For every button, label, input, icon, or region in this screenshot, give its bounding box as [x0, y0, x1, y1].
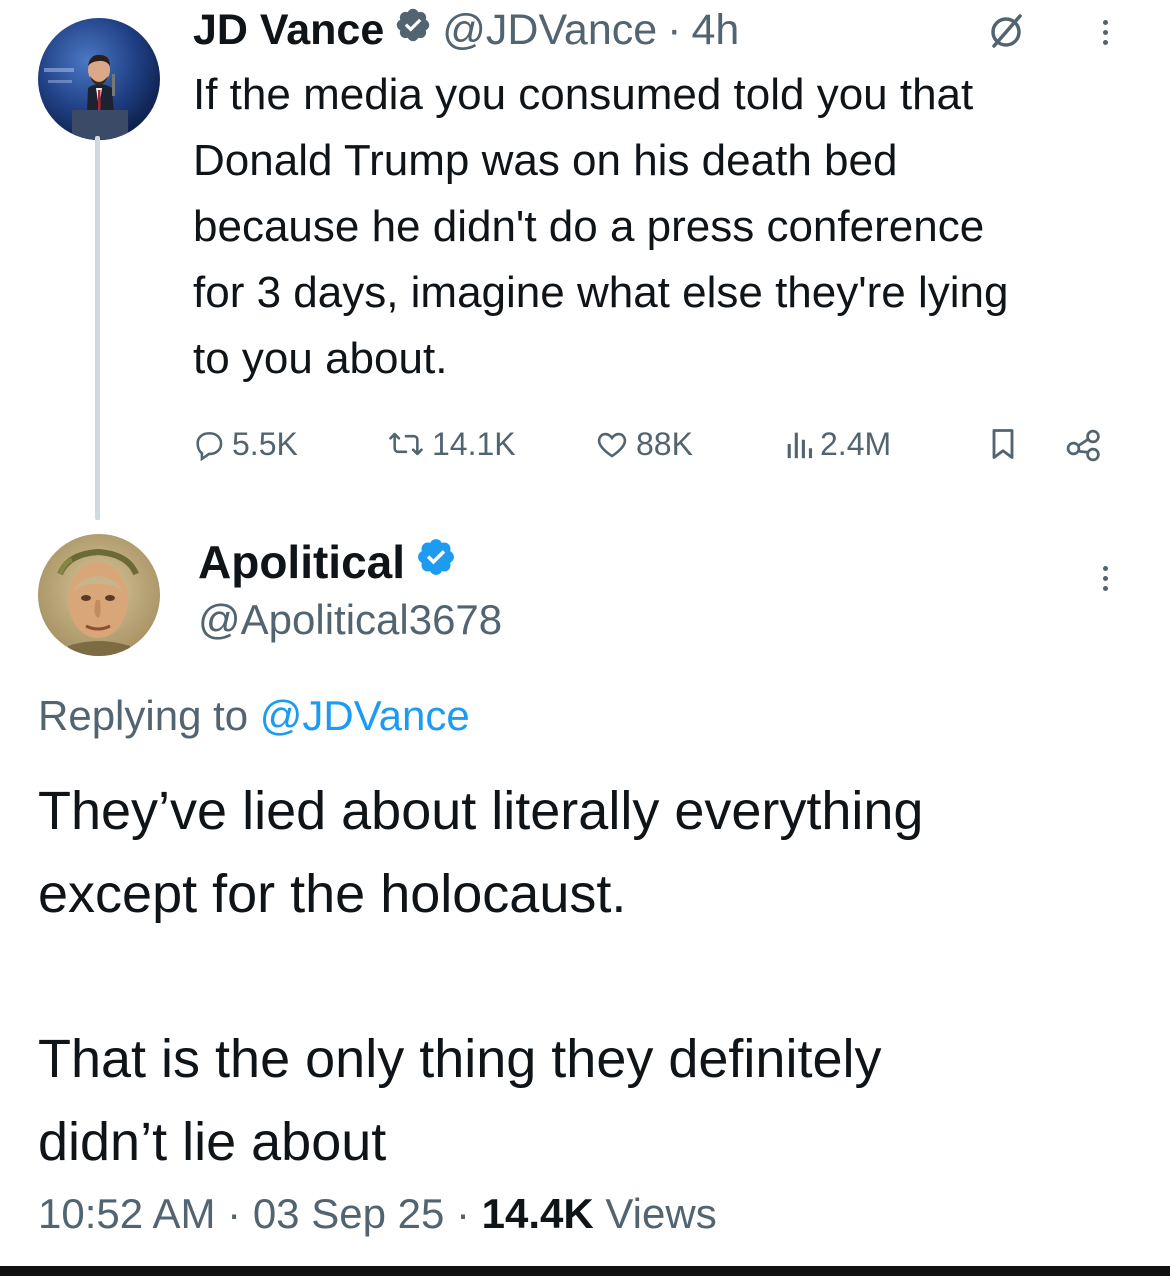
replying-to-line: Replying to @JDVance [38, 688, 470, 744]
avatar-apolitical-image [38, 534, 160, 656]
tweet-time-ago[interactable]: 4h [692, 2, 740, 58]
replying-to-label: Replying to [38, 692, 249, 739]
reply-paragraph-1: They’ve lied about literally everything … [38, 781, 924, 924]
repost-button[interactable]: 14.1K [386, 416, 516, 472]
avatar-apolitical[interactable] [38, 534, 160, 656]
verified-badge-icon [394, 2, 432, 58]
reply-paragraph-2: That is the only thing they definitely d… [38, 1029, 882, 1172]
reply-views-label: Views [605, 1190, 717, 1237]
replying-to-mention[interactable]: @JDVance [260, 692, 470, 739]
views-count: 2.4M [820, 425, 892, 462]
reply-icon [192, 427, 226, 461]
reply-date[interactable]: 03 Sep 25 [253, 1190, 445, 1237]
bottom-divider [0, 1266, 1170, 1276]
avatar-jd-vance-image [38, 18, 160, 140]
bookmark-button[interactable] [987, 416, 1019, 472]
tweet-author-handle[interactable]: @JDVance [442, 2, 657, 58]
tweet-author-name[interactable]: JD Vance [193, 2, 384, 58]
share-icon [1064, 426, 1104, 462]
repost-count: 14.1K [432, 425, 516, 462]
more-options-icon[interactable] [1103, 20, 1108, 45]
views-button[interactable]: 2.4M [784, 416, 891, 472]
reply-button[interactable]: 5.5K [192, 416, 298, 472]
verified-badge-icon [415, 532, 457, 592]
like-button[interactable]: 88K [594, 416, 693, 472]
tweet-action-bar: 5.5K 14.1K 88K 2.4M [192, 416, 1122, 472]
reply-author-row: Apolitical [198, 532, 457, 592]
reply-time[interactable]: 10:52 AM [38, 1190, 215, 1237]
grok-icon[interactable] [984, 10, 1028, 54]
reply-author-handle[interactable]: @Apolitical3678 [198, 592, 502, 648]
repost-icon [386, 427, 426, 461]
like-count: 88K [636, 425, 693, 462]
header-separator: · [667, 6, 682, 54]
tweet-text: If the media you consumed told you that … [193, 70, 1009, 383]
share-button[interactable] [1064, 416, 1104, 472]
meta-separator-2: · [456, 1190, 470, 1237]
meta-separator-1: · [227, 1190, 242, 1237]
heart-icon [594, 427, 630, 461]
reply-author-name[interactable]: Apolitical [198, 532, 405, 592]
bookmark-icon [987, 426, 1019, 462]
avatar-jd-vance[interactable] [38, 18, 160, 140]
reply-text: They’ve lied about literally everything … [38, 770, 1148, 1184]
reply-count: 5.5K [232, 425, 298, 462]
reply-metadata: 10:52 AM · 03 Sep 25 · 14.4K Views [38, 1186, 717, 1242]
tweet-header: JD Vance @JDVance · 4h [193, 2, 739, 58]
more-options-icon[interactable] [1103, 566, 1108, 591]
views-bar-chart-icon [784, 427, 814, 461]
reply-views-count: 14.4K [481, 1190, 594, 1237]
thread-connector-line [95, 136, 100, 520]
